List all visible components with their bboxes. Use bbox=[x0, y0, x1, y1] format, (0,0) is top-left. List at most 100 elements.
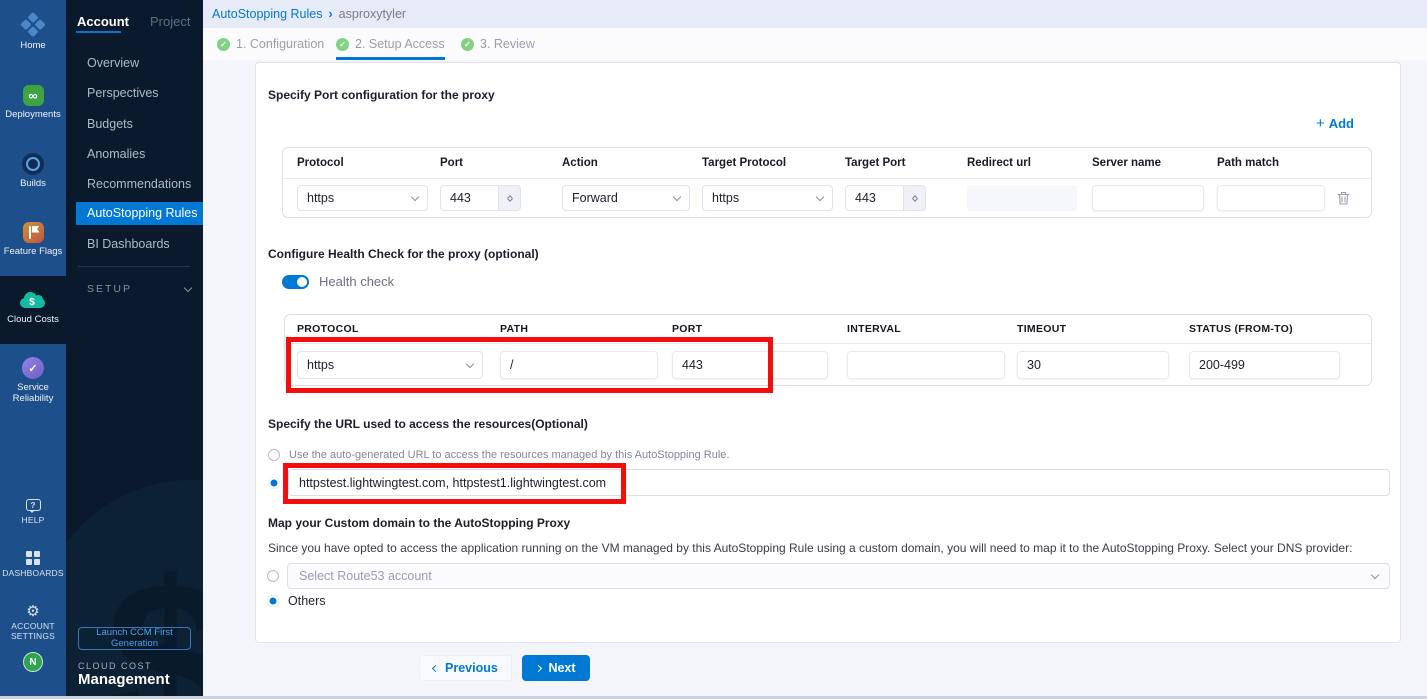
service-reliability-icon: ✓ bbox=[22, 356, 44, 380]
trash-icon bbox=[1337, 191, 1350, 206]
custom-domain-description: Since you have opted to access the appli… bbox=[268, 541, 1390, 555]
breadcrumb-parent-link[interactable]: AutoStopping Rules bbox=[212, 7, 323, 21]
rail-item-feature-flags[interactable]: Feature Flags bbox=[0, 220, 66, 258]
health-check-toggle-row: Health check bbox=[282, 274, 394, 289]
rail-item-deployments[interactable]: ∞ Deployments bbox=[0, 83, 66, 121]
col-redirect-url: Redirect url bbox=[967, 157, 1092, 169]
setup-label: SETUP bbox=[87, 283, 132, 295]
main-content: AutoStopping Rules › asproxytyler ✓ 1. C… bbox=[203, 0, 1427, 699]
auto-url-radio[interactable] bbox=[268, 449, 280, 461]
route53-account-select[interactable]: Select Route53 account bbox=[287, 563, 1390, 589]
col-status-range: STATUS (FROM-TO) bbox=[1189, 323, 1373, 335]
target-port-number-input[interactable]: 443 bbox=[845, 185, 967, 211]
breadcrumb-separator-icon: › bbox=[329, 7, 333, 21]
product-name: Management bbox=[78, 671, 170, 688]
breadcrumb-current: asproxytyler bbox=[339, 7, 406, 21]
wizard-step-setup-access[interactable]: ✓ 2. Setup Access bbox=[336, 28, 445, 60]
health-check-table: PROTOCOL PATH PORT INTERVAL TIMEOUT STAT… bbox=[284, 314, 1372, 386]
sidebar-item-bi-dashboards[interactable]: BI Dashboards bbox=[66, 237, 203, 251]
delete-row-button[interactable] bbox=[1337, 191, 1350, 206]
col-timeout: TIMEOUT bbox=[1017, 323, 1189, 335]
next-button[interactable]: Next bbox=[522, 655, 590, 681]
chevron-down-icon bbox=[466, 359, 474, 367]
active-tab-underline bbox=[76, 31, 121, 33]
sidebar-item-recommendations[interactable]: Recommendations bbox=[66, 177, 203, 191]
sidebar-tab-project[interactable]: Project bbox=[150, 14, 190, 29]
step-label: 1. Configuration bbox=[236, 37, 324, 51]
custom-url-option bbox=[268, 469, 1390, 496]
target-port-stepper[interactable] bbox=[903, 185, 926, 211]
port-stepper[interactable] bbox=[498, 185, 521, 211]
sidebar-tab-account[interactable]: Account bbox=[77, 14, 129, 29]
previous-button[interactable]: Previous bbox=[419, 655, 512, 681]
sidebar-item-autostopping-rules[interactable]: AutoStopping Rules bbox=[76, 202, 203, 225]
launch-ccm-first-gen-button[interactable]: Launch CCM First Generation bbox=[78, 627, 191, 650]
step-check-icon: ✓ bbox=[217, 38, 230, 51]
col-port: Port bbox=[440, 157, 562, 169]
rail-label: Service Reliability bbox=[4, 383, 62, 405]
custom-url-radio[interactable] bbox=[268, 477, 280, 489]
health-port-input[interactable] bbox=[672, 351, 828, 379]
health-path-input[interactable] bbox=[500, 351, 658, 379]
path-match-input[interactable] bbox=[1217, 185, 1325, 211]
rail-item-cloud-costs[interactable]: $ Cloud Costs bbox=[0, 288, 66, 326]
cloud-costs-icon: $ bbox=[20, 288, 46, 312]
health-timeout-input[interactable] bbox=[1017, 351, 1169, 379]
sidebar-item-budgets[interactable]: Budgets bbox=[66, 117, 203, 131]
custom-url-input[interactable] bbox=[288, 469, 1390, 496]
others-option-label: Others bbox=[288, 594, 326, 608]
col-target-protocol: Target Protocol bbox=[702, 157, 845, 169]
add-port-row-button[interactable]: + Add bbox=[1316, 115, 1354, 132]
feature-flags-icon bbox=[23, 220, 44, 244]
rail-item-service-reliability[interactable]: ✓ Service Reliability bbox=[0, 356, 66, 405]
sidebar-divider bbox=[78, 266, 190, 267]
health-protocol-select[interactable]: https bbox=[297, 351, 483, 379]
user-avatar[interactable]: N bbox=[0, 652, 66, 672]
rail-label: Cloud Costs bbox=[7, 315, 59, 326]
wizard-step-configuration[interactable]: ✓ 1. Configuration bbox=[217, 28, 324, 60]
health-check-toggle[interactable] bbox=[282, 275, 309, 289]
rail-label: HELP bbox=[21, 516, 44, 526]
rail-label: Feature Flags bbox=[4, 247, 63, 258]
auto-url-option-label: Use the auto-generated URL to access the… bbox=[289, 449, 729, 461]
route53-radio[interactable] bbox=[267, 570, 279, 582]
port-table-header: Protocol Port Action Target Protocol Tar… bbox=[283, 148, 1371, 179]
sidebar-item-anomalies[interactable]: Anomalies bbox=[66, 147, 203, 161]
breadcrumb: AutoStopping Rules › asproxytyler bbox=[203, 0, 1427, 28]
rail-label: Deployments bbox=[5, 110, 60, 121]
rail-item-dashboards[interactable]: DASHBOARDS bbox=[0, 550, 66, 579]
access-url-section-label: Specify the URL used to access the resou… bbox=[268, 417, 588, 431]
port-value: 443 bbox=[440, 185, 498, 211]
health-status-range-input[interactable] bbox=[1189, 351, 1340, 379]
deployments-icon: ∞ bbox=[23, 83, 44, 107]
server-name-input[interactable] bbox=[1092, 185, 1204, 211]
sidebar-setup-group[interactable]: SETUP bbox=[87, 283, 191, 295]
protocol-select[interactable]: https bbox=[297, 185, 428, 211]
route53-select-placeholder: Select Route53 account bbox=[299, 569, 432, 583]
col-path: PATH bbox=[500, 323, 672, 335]
sidebar-item-perspectives[interactable]: Perspectives bbox=[66, 86, 203, 100]
rail-item-builds[interactable]: Builds bbox=[0, 152, 66, 190]
target-protocol-select[interactable]: https bbox=[702, 185, 833, 211]
module-rail: Home ∞ Deployments Builds Feature Flags … bbox=[0, 0, 66, 699]
rail-item-help[interactable]: ? HELP bbox=[0, 497, 66, 526]
account-settings-gear-icon: ⚙ bbox=[26, 603, 39, 619]
chevron-down-icon bbox=[673, 192, 681, 200]
action-select[interactable]: Forward bbox=[562, 185, 690, 211]
rail-item-account-settings[interactable]: ⚙ ACCOUNT SETTINGS bbox=[0, 603, 66, 642]
others-radio[interactable] bbox=[267, 595, 279, 607]
action-value: Forward bbox=[572, 191, 618, 205]
chevron-down-icon bbox=[816, 192, 824, 200]
port-config-section-label: Specify Port configuration for the proxy bbox=[268, 88, 495, 102]
port-number-input[interactable]: 443 bbox=[440, 185, 562, 211]
builds-icon bbox=[22, 152, 44, 176]
health-interval-input[interactable] bbox=[847, 351, 1005, 379]
chevron-down-icon bbox=[184, 283, 192, 291]
step-label: 2. Setup Access bbox=[355, 37, 445, 51]
rail-label: DASHBOARDS bbox=[2, 569, 64, 579]
rail-item-home[interactable]: Home bbox=[0, 14, 66, 52]
sidebar-item-overview[interactable]: Overview bbox=[66, 56, 203, 70]
wizard-step-review[interactable]: ✓ 3. Review bbox=[461, 28, 535, 60]
redirect-url-input[interactable] bbox=[967, 185, 1077, 211]
auto-url-option: Use the auto-generated URL to access the… bbox=[268, 449, 729, 461]
